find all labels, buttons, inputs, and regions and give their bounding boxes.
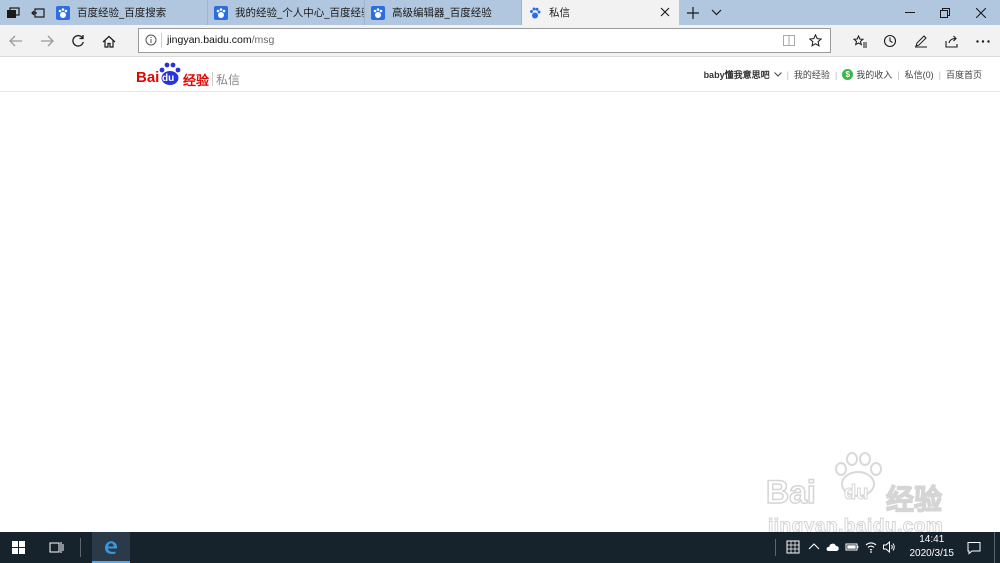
start-windows-icon[interactable] [0,532,36,563]
clock-date: 2020/3/15 [909,548,955,559]
set-aside-tabs-icon[interactable] [25,0,50,25]
my-experience-link[interactable]: 我的经验 [794,68,830,81]
forward-icon[interactable] [35,29,59,53]
task-view-icon[interactable] [40,532,72,563]
favorites-hub-icon[interactable] [848,29,872,53]
logo-du: du [162,73,175,84]
system-clock[interactable]: 14:41 2020/3/15 [910,533,955,561]
windows-taskbar: 14:41 2020/3/15 [0,532,1000,563]
wifi-icon[interactable] [864,540,878,554]
baidu-jingyan-watermark: Bai du 经验 jingyan.baidu.com [762,452,952,542]
web-note-pen-icon[interactable] [909,29,933,53]
page-header: Bai du 经验 私信 baby懂我意思吧 | 我的经验 | $ 我的收入 |… [0,58,1000,92]
tab-list-chevron-icon[interactable] [704,0,729,25]
history-icon[interactable] [878,29,902,53]
chevron-up-icon[interactable] [807,540,821,554]
volume-icon[interactable] [882,540,896,554]
onedrive-cloud-icon[interactable] [825,540,839,554]
address-divider [161,33,162,48]
user-menu[interactable]: baby懂我意思吧 [704,68,770,81]
keyboard-grid-icon[interactable] [786,540,800,554]
nav-separator: | [786,69,789,80]
new-tab-icon[interactable] [680,0,705,25]
clock-time: 14:41 [919,534,945,545]
logo-jingyan: 经验 [183,74,210,89]
url-path: /msg [251,34,275,46]
refresh-icon[interactable] [66,29,90,53]
close-tab-icon[interactable] [659,6,671,18]
baidu-jingyan-logo[interactable]: Bai du 经验 私信 [136,61,246,89]
baidu-paw-icon [56,5,70,20]
nav-separator: | [938,69,941,80]
show-desktop-button[interactable] [994,532,995,563]
reading-view-icon[interactable] [783,35,795,46]
logo-bai: Bai [136,69,160,86]
tab-advanced-editor[interactable]: 高级编辑器_百度经验 [365,0,522,25]
baidu-paw-icon [214,5,228,20]
baidu-paw-icon [530,7,541,18]
url-text[interactable]: jingyan.baidu.com/msg [167,34,274,46]
tab-preview-icon[interactable] [0,0,25,25]
tab-baidu-search[interactable]: 百度经验_百度搜索 [50,0,208,25]
back-icon[interactable] [4,29,28,53]
address-bar[interactable]: jingyan.baidu.com/msg [138,28,831,53]
chevron-down-icon[interactable] [773,72,782,77]
nav-separator: | [897,69,900,80]
taskbar-divider [80,538,81,557]
my-income-link[interactable]: 我的收入 [856,68,892,81]
watermark-jingyan: 经验 [885,482,943,516]
close-window-icon[interactable] [963,0,998,25]
logo-divider [212,72,213,86]
tab-private-message[interactable]: 私信 [522,0,679,25]
more-menu-icon[interactable] [971,29,995,53]
tab-title: 高级编辑器_百度经验 [392,7,492,19]
tab-my-experience[interactable]: 我的经验_个人中心_百度经验 [208,0,365,25]
browser-toolbar: jingyan.baidu.com/msg [0,25,1000,57]
tray-divider [775,539,776,556]
share-icon[interactable] [940,29,964,53]
home-icon[interactable] [97,29,121,53]
restore-icon[interactable] [927,0,962,25]
tab-title: 私信 [549,7,570,19]
baidu-home-link[interactable]: 百度首页 [946,68,982,81]
battery-icon[interactable] [845,540,859,554]
minimize-icon[interactable] [892,0,927,25]
watermark-du: du [843,482,869,505]
tab-title: 百度经验_百度搜索 [77,7,167,19]
baidu-paw-icon [371,5,385,20]
url-domain: jingyan.baidu.com [167,34,252,46]
coin-icon: $ [842,69,854,80]
nav-separator: | [834,69,838,80]
site-info-icon[interactable] [145,34,157,46]
favorite-star-icon[interactable] [809,34,822,47]
messages-link[interactable]: 私信(0) [905,68,934,81]
browser-window: 百度经验_百度搜索 我的经验_个人中心_百度经验 高级编辑器_百度经验 私信 j… [0,0,1000,563]
section-title: 私信 [216,73,241,87]
tab-bar: 百度经验_百度搜索 我的经验_个人中心_百度经验 高级编辑器_百度经验 私信 [0,0,1000,25]
tab-title: 我的经验_个人中心_百度经验 [235,7,365,19]
watermark-bai: Bai [765,473,816,511]
action-center-icon[interactable] [967,541,981,555]
edge-taskbar-icon[interactable] [92,532,130,563]
header-nav: baby懂我意思吧 | 我的经验 | $ 我的收入 | 私信(0) | 百度首页 [704,68,982,81]
